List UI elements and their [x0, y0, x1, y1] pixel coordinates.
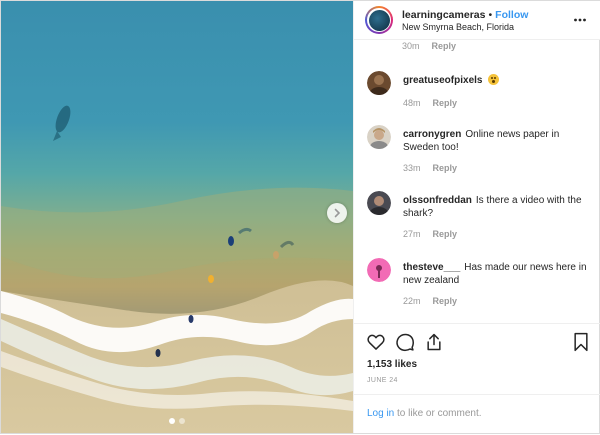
carousel-dot-active	[169, 418, 175, 424]
share-icon	[427, 333, 441, 351]
save-button[interactable]	[572, 332, 590, 357]
author-username[interactable]: learningcameras	[402, 9, 485, 21]
likes-count[interactable]: 1,153 likes	[367, 359, 417, 370]
share-button[interactable]	[424, 332, 444, 357]
commenter-avatar[interactable]	[367, 258, 391, 282]
login-link[interactable]: Log in	[367, 408, 394, 419]
avatar[interactable]	[365, 6, 393, 34]
more-dots-icon	[574, 18, 586, 22]
chevron-right-icon	[334, 208, 341, 218]
avatar-image	[368, 9, 390, 31]
carousel-next-button[interactable]	[327, 203, 347, 223]
comment-meta: 48m Reply	[403, 98, 457, 108]
reply-button[interactable]: Reply	[433, 296, 458, 306]
bookmark-icon	[574, 332, 588, 352]
comment-text: greatuseofpixels	[403, 74, 593, 87]
post-side-panel: learningcameras • Follow New Smyrna Beach,…	[353, 1, 600, 433]
comments-list[interactable]: 30m Reply greatuseofpixels 48m Reply car…	[354, 39, 600, 323]
separator-dot: •	[488, 9, 493, 21]
more-options-button[interactable]	[574, 10, 586, 25]
partial-comment-meta: 30m Reply	[402, 41, 456, 51]
like-button[interactable]	[366, 332, 386, 357]
comment-time: 48m	[403, 98, 421, 108]
post-date[interactable]: JUNE 24	[367, 377, 398, 384]
login-prompt-rest: to like or comment.	[397, 408, 482, 419]
post-actions: 1,153 likes JUNE 24 Log in to like or co…	[354, 323, 600, 434]
comment-text: olssonfreddan Is there a video with the s…	[403, 194, 593, 220]
reply-button[interactable]: Reply	[433, 229, 458, 239]
login-prompt-text: Log in to like or comment.	[367, 408, 482, 419]
comment-username[interactable]: carronygren	[403, 129, 461, 140]
comment-time: 22m	[403, 296, 421, 306]
comment-username[interactable]: olssonfreddan	[403, 195, 472, 206]
beach-aerial-image	[1, 1, 353, 433]
hushed-face-emoji	[488, 74, 500, 85]
commenter-avatar[interactable]	[367, 191, 391, 215]
commenter-avatar[interactable]	[367, 125, 391, 149]
comment-text: thesteve___ Has made our news here in new…	[403, 261, 593, 287]
comment-time: 33m	[403, 163, 421, 173]
header-username-row: learningcameras • Follow	[402, 9, 528, 21]
comment-text: carronygren Online news paper in Sweden t…	[403, 128, 593, 154]
post-photo[interactable]	[1, 1, 353, 433]
carousel-indicator	[1, 418, 353, 424]
comment-button[interactable]	[395, 332, 415, 357]
carousel-dot	[179, 418, 185, 424]
reply-button[interactable]: Reply	[432, 41, 457, 51]
comment-username[interactable]: thesteve___	[403, 262, 460, 273]
comment-meta: 33m Reply	[403, 163, 457, 173]
heart-icon	[367, 334, 385, 350]
comment-meta: 27m Reply	[403, 229, 457, 239]
login-prompt: Log in to like or comment.	[354, 394, 600, 435]
commenter-avatar[interactable]	[367, 71, 391, 95]
comment-username[interactable]: greatuseofpixels	[403, 75, 482, 86]
comment-bubble-icon	[396, 333, 414, 352]
reply-button[interactable]: Reply	[433, 98, 458, 108]
comment-time: 30m	[402, 41, 420, 51]
comment-time: 27m	[403, 229, 421, 239]
comment-meta: 22m Reply	[403, 296, 457, 306]
reply-button[interactable]: Reply	[433, 163, 458, 173]
post-header: learningcameras • Follow New Smyrna Beach,…	[354, 1, 600, 40]
post-location[interactable]: New Smyrna Beach, Florida	[402, 22, 514, 32]
post-container: learningcameras • Follow New Smyrna Beach,…	[0, 0, 600, 434]
follow-button[interactable]: Follow	[495, 9, 528, 21]
